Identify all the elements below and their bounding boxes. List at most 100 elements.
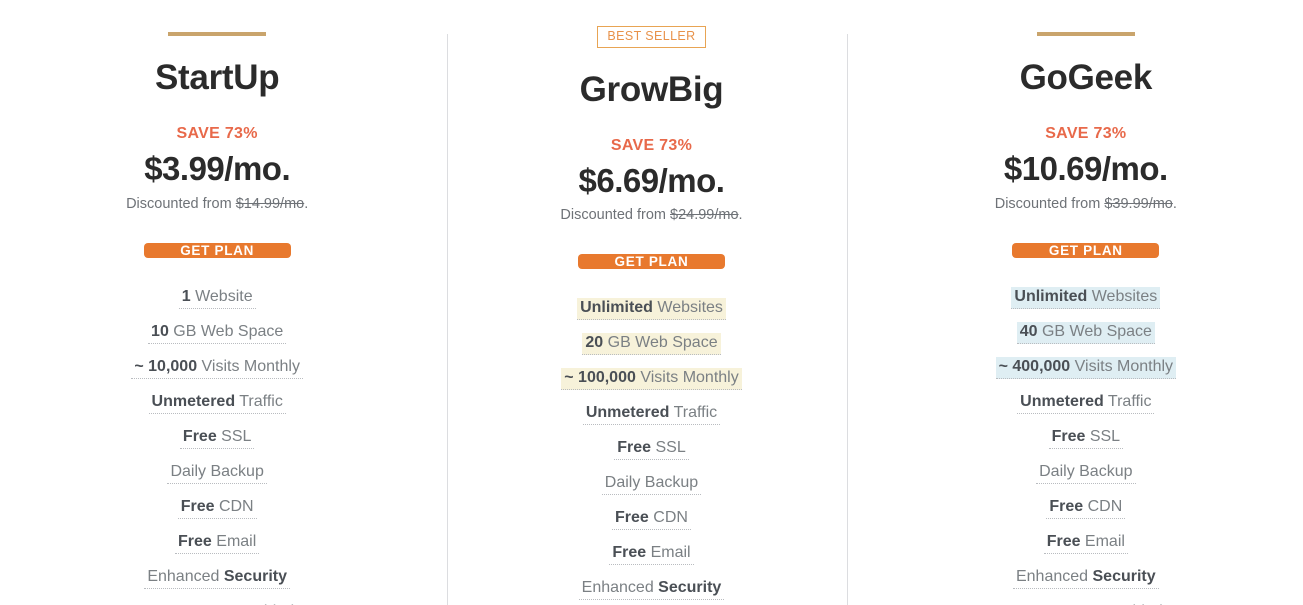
feature-row: Free Email	[175, 532, 260, 554]
feature-detail: Email	[646, 544, 691, 562]
save-badge: SAVE 73%	[1045, 125, 1127, 142]
feature-label[interactable]: Free SSL	[179, 427, 255, 449]
feature-label[interactable]: Ecommerce Enabled	[137, 602, 297, 605]
feature-label[interactable]: ~ 100,000 Visits Monthly	[561, 368, 742, 391]
original-price: $14.99/mo	[235, 195, 305, 212]
feature-detail: Websites	[1087, 287, 1158, 305]
feature-label[interactable]: Free CDN	[177, 497, 257, 519]
feature-row: Daily Backup	[167, 462, 267, 484]
feature-row: Free SSL	[179, 427, 255, 449]
feature-label[interactable]: ~ 400,000 Visits Monthly	[995, 356, 1177, 379]
feature-row: 40 GB Web Space	[1016, 321, 1155, 344]
feature-row: Unlimited Websites	[1011, 286, 1161, 309]
original-price: $39.99/mo	[1104, 195, 1173, 212]
get-plan-button[interactable]: GET PLAN	[1012, 242, 1160, 258]
plan-accent-bar	[1036, 32, 1135, 36]
get-plan-button[interactable]: GET PLAN	[577, 254, 725, 270]
feature-label[interactable]: Free CDN	[1046, 497, 1126, 519]
feature-emphasis: Free	[182, 427, 217, 445]
feature-row: 20 GB Web Space	[582, 333, 721, 356]
plan-price: $3.99/mo.	[144, 150, 291, 187]
discount-prefix: Discounted from	[126, 195, 236, 212]
feature-label[interactable]: Unmetered Traffic	[148, 392, 286, 414]
plan-header-marker: BEST SELLER	[597, 26, 706, 48]
feature-label[interactable]: Daily Backup	[601, 473, 702, 496]
feature-detail: Website	[190, 287, 253, 305]
feature-label[interactable]: Daily Backup	[167, 462, 267, 484]
feature-label[interactable]: Unlimited Websites	[577, 298, 726, 321]
plan-title: GrowBig	[579, 69, 724, 109]
feature-label[interactable]: 1 Website	[178, 287, 256, 309]
feature-emphasis-trailing: Security	[223, 567, 287, 585]
feature-row: Enhanced Security	[1012, 567, 1159, 589]
feature-label[interactable]: 40 GB Web Space	[1016, 321, 1155, 344]
feature-detail: CDN	[214, 497, 254, 515]
feature-detail: Websites	[652, 299, 723, 317]
feature-emphasis: Unlimited	[1014, 287, 1088, 305]
feature-list: Unlimited Websites 40 GB Web Space ~ 400,0…	[869, 286, 1303, 605]
feature-label[interactable]: Free SSL	[614, 438, 689, 461]
discount-suffix: .	[1172, 195, 1177, 212]
feature-label[interactable]: Free Email	[1043, 532, 1128, 554]
feature-detail: Visits Monthly	[197, 357, 300, 375]
feature-label[interactable]: Free Email	[175, 532, 260, 554]
feature-detail: Traffic	[669, 404, 718, 422]
get-plan-button[interactable]: GET PLAN	[143, 242, 291, 258]
feature-detail: Email	[211, 532, 257, 550]
feature-detail: GB Web Space	[168, 322, 284, 340]
feature-label[interactable]: Free CDN	[612, 508, 691, 531]
feature-detail: SSL	[1085, 427, 1121, 445]
feature-detail: Visits Monthly	[635, 369, 739, 387]
feature-label[interactable]: Unmetered Traffic	[1017, 392, 1155, 414]
feature-detail: CDN	[1083, 497, 1123, 515]
feature-emphasis: Free	[1049, 497, 1084, 515]
plan-title: StartUp	[155, 58, 280, 97]
feature-detail: Traffic	[1103, 392, 1152, 410]
feature-emphasis: Free	[615, 509, 649, 527]
feature-label[interactable]: 10 GB Web Space	[148, 322, 287, 344]
feature-detail: GB Web Space	[1037, 322, 1152, 340]
plan-header-marker	[1036, 26, 1135, 36]
feature-detail: Daily Backup	[1039, 462, 1133, 480]
plan-header-marker	[168, 26, 267, 36]
feature-row: 1 Website	[178, 287, 256, 309]
feature-row: Enhanced Security	[578, 578, 725, 601]
feature-row: Ecommerce Enabled	[137, 602, 297, 605]
feature-row: Free SSL	[1048, 427, 1124, 449]
feature-emphasis: Free	[1051, 427, 1086, 445]
feature-emphasis: 1	[181, 287, 191, 305]
feature-row: Enhanced Security	[144, 567, 290, 589]
feature-label[interactable]: Free Email	[609, 543, 694, 566]
feature-emphasis: Free	[617, 439, 652, 457]
feature-label[interactable]: ~ 10,000 Visits Monthly	[131, 357, 303, 379]
feature-row: Free CDN	[1046, 497, 1126, 519]
feature-label[interactable]: 20 GB Web Space	[582, 333, 721, 356]
feature-row: Ecommerce Enabled	[1006, 602, 1166, 605]
plan-card-growbig: BEST SELLER GrowBig SAVE 73% $6.69/mo. Disco…	[434, 0, 868, 605]
discount-note: Discounted from $39.99/mo.	[995, 196, 1177, 212]
feature-emphasis: 20	[585, 334, 604, 352]
feature-label[interactable]: Free SSL	[1048, 427, 1124, 449]
feature-row: Unmetered Traffic	[148, 392, 286, 414]
feature-row: ~ 400,000 Visits Monthly	[995, 356, 1177, 379]
feature-label[interactable]: Unlimited Websites	[1011, 286, 1161, 309]
discount-prefix: Discounted from	[994, 195, 1105, 212]
pricing-table: StartUp SAVE 73% $3.99/mo. Discounted from …	[0, 0, 1303, 605]
feature-emphasis: 40	[1019, 322, 1038, 340]
feature-detail: Enhanced	[581, 579, 659, 597]
feature-label[interactable]: Enhanced Security	[1012, 567, 1159, 589]
feature-row: Unlimited Websites	[577, 298, 726, 321]
feature-label[interactable]: Enhanced Security	[578, 578, 725, 601]
feature-list: Unlimited Websites 20 GB Web Space ~ 100,0…	[434, 298, 868, 605]
feature-detail: Daily Backup	[170, 462, 264, 480]
feature-label[interactable]: Enhanced Security	[144, 567, 290, 589]
feature-detail: Enhanced	[147, 567, 224, 585]
feature-detail: GB Web Space	[603, 334, 718, 352]
discount-note: Discounted from $14.99/mo.	[126, 196, 308, 212]
feature-row: Free Email	[609, 543, 694, 566]
feature-label[interactable]: Ecommerce Enabled	[1006, 602, 1166, 605]
plan-title: GoGeek	[1019, 58, 1153, 97]
feature-label[interactable]: Daily Backup	[1036, 462, 1136, 484]
feature-emphasis-trailing: Security	[658, 579, 722, 597]
feature-label[interactable]: Unmetered Traffic	[582, 403, 721, 426]
